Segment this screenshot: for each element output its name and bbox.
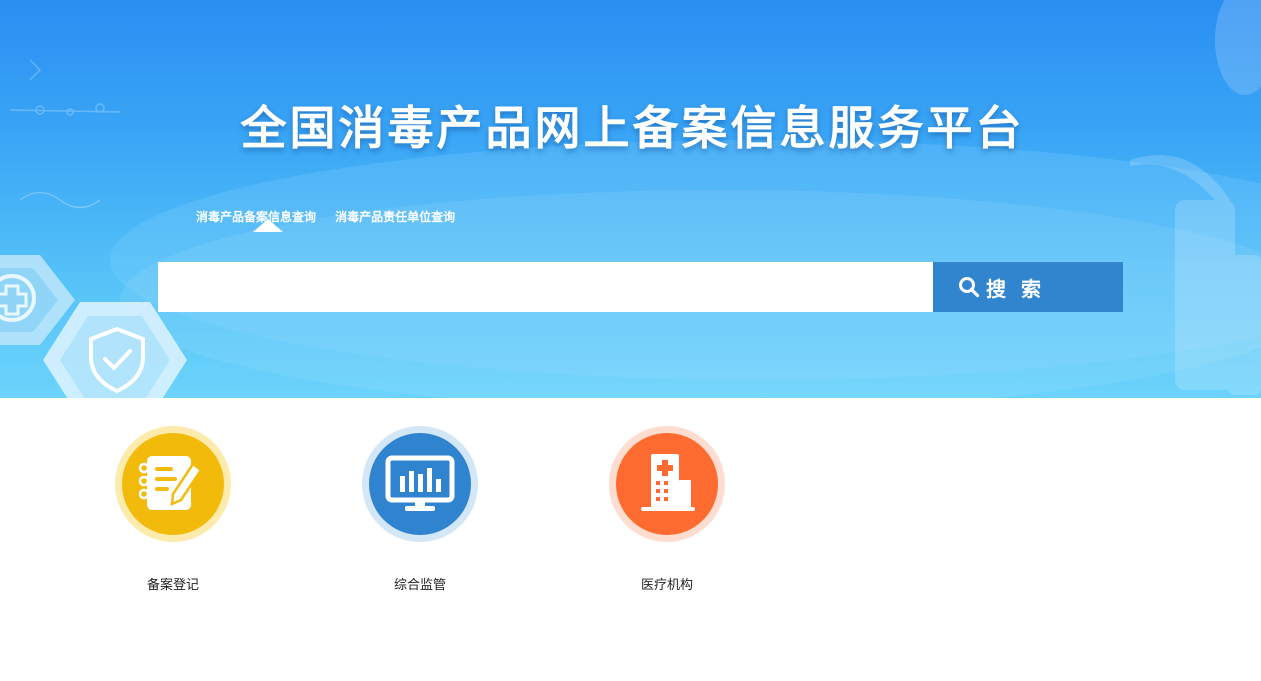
- service-comprehensive-supervision[interactable]: 综合监管: [340, 424, 500, 593]
- search-input[interactable]: [158, 262, 933, 312]
- service-label: 备案登记: [146, 578, 199, 593]
- search-button-label: 搜 索: [986, 276, 1045, 301]
- banner-decoration: [0, 0, 1261, 398]
- page-title: 全国消毒产品网上备案信息服务平台: [240, 101, 1025, 155]
- search-icon: [959, 277, 980, 298]
- service-label: 医疗机构: [640, 578, 693, 593]
- search-button[interactable]: 搜 索: [933, 262, 1123, 312]
- notebook-pen-icon: [115, 426, 231, 542]
- active-tab-indicator: [253, 219, 283, 232]
- tab-responsible-unit-query[interactable]: 消毒产品责任单位查询: [335, 208, 455, 226]
- service-medical-institution[interactable]: 医疗机构: [587, 424, 747, 593]
- hospital-icon: [609, 426, 725, 542]
- search-tabs: 消毒产品备案信息查询 消毒产品责任单位查询: [196, 206, 469, 226]
- service-label: 综合监管: [393, 578, 446, 593]
- service-record-registration[interactable]: 备案登记: [93, 424, 253, 593]
- monitor-chart-icon: [362, 426, 478, 542]
- header-banner: 全国消毒产品网上备案信息服务平台 消毒产品备案信息查询 消毒产品责任单位查询 搜…: [0, 0, 1261, 398]
